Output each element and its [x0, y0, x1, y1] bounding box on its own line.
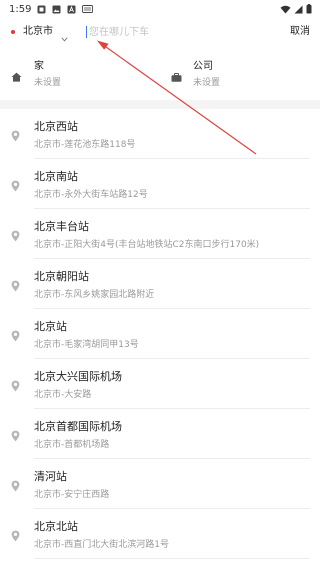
result-item[interactable]: 北京南站北京市-永外大街车站路12号 [0, 159, 320, 209]
result-item[interactable]: 北京站北京市-毛家湾胡同甲13号 [0, 309, 320, 359]
work-shortcut[interactable]: 公司 未设置 [160, 56, 320, 92]
search-input[interactable] [86, 24, 269, 40]
location-pin-icon [11, 377, 20, 396]
result-address: 北京市-莲花池东路118号 [34, 140, 136, 150]
result-address: 北京市-正阳大街4号(丰台站地铁站C2东南口步行170米) [34, 240, 260, 250]
text-caret [86, 26, 87, 38]
status-left: 1:59 [9, 3, 94, 15]
section-divider [0, 100, 320, 109]
result-name: 北京北站 [34, 520, 78, 533]
result-name: 北京丰台站 [34, 220, 89, 233]
status-right [280, 4, 312, 14]
result-name: 北京站 [34, 320, 67, 333]
result-name: 北京首都国际机场 [34, 420, 122, 433]
battery-icon [306, 4, 312, 14]
wifi-icon [280, 5, 291, 14]
a-icon [67, 5, 76, 14]
signal-icon [294, 5, 303, 14]
result-address: 北京市-大安路 [34, 390, 92, 400]
home-subtitle: 未设置 [34, 78, 62, 88]
result-address: 北京市-永外大街车站路12号 [34, 190, 148, 200]
city-location-dot [11, 30, 15, 34]
briefcase-icon [171, 67, 182, 86]
location-pin-icon [11, 177, 20, 196]
search-results-list: 北京西站 北京市-莲花池东路118号 北京南站 北京市-永外大街车站路12号 北京丰台站… [0, 109, 320, 559]
result-item[interactable]: 北京北站北京市-西直门北大街北滨河路1号 [0, 509, 320, 559]
cancel-button[interactable]: 取消 [290, 24, 310, 40]
result-divider [34, 558, 310, 559]
result-item[interactable]: 北京丰台站北京市-正阳大街4号(丰台站地铁站C2东南口步行170米) [0, 209, 320, 259]
result-address: 北京市-安宁庄西路 [34, 490, 110, 500]
location-pin-icon [11, 527, 20, 546]
result-item[interactable]: 北京大兴国际机场 北京市-大安路 [0, 359, 320, 409]
chevron-down-icon[interactable] [61, 27, 68, 46]
result-address: 北京市-毛家湾胡同甲13号 [34, 340, 139, 350]
home-icon [11, 67, 22, 86]
result-name: 北京朝阳站 [34, 270, 89, 283]
home-shortcut[interactable]: 家 未设置 [0, 56, 160, 92]
keyboard-icon [82, 5, 94, 13]
result-item[interactable]: 北京首都国际机场 北京市-首都机场路 [0, 409, 320, 459]
location-pin-icon [11, 477, 20, 496]
status-bar: 1:59 [0, 0, 320, 18]
location-pin-icon [11, 127, 20, 146]
result-name: 北京南站 [34, 170, 78, 183]
destination-search-screen: 1:59 北京市 您在哪儿下车 取消 家 未设置 公司 未设置 北京西站 北京市… [0, 0, 320, 568]
result-name: 北京大兴国际机场 [34, 370, 122, 383]
city-selector[interactable]: 北京市 [23, 25, 53, 39]
location-pin-icon [11, 327, 20, 346]
result-item[interactable]: 北京朝阳站北京市-东风乡姚家园北路附近 [0, 259, 320, 309]
result-address: 北京市-西直门北大街北滨河路1号 [34, 540, 169, 550]
work-title: 公司 [193, 61, 213, 72]
result-item[interactable]: 清河站北京市-安宁庄西路 [0, 459, 320, 509]
result-name: 北京西站 [34, 120, 78, 133]
saved-places: 家 未设置 公司 未设置 [0, 56, 320, 92]
notification-icon [37, 5, 46, 14]
work-subtitle: 未设置 [193, 78, 221, 88]
result-item[interactable]: 北京西站北京市-莲花池东路118号 [0, 109, 320, 159]
location-pin-icon [11, 227, 20, 246]
home-title: 家 [34, 61, 44, 72]
location-pin-icon [11, 277, 20, 296]
result-name: 清河站 [34, 470, 67, 483]
result-address: 北京市-东风乡姚家园北路附近 [34, 290, 155, 300]
search-header: 北京市 取消 [0, 22, 320, 44]
location-pin-icon [11, 427, 20, 446]
gallery-icon [52, 5, 61, 14]
status-time: 1:59 [9, 3, 32, 15]
result-address: 北京市-首都机场路 [34, 440, 110, 450]
